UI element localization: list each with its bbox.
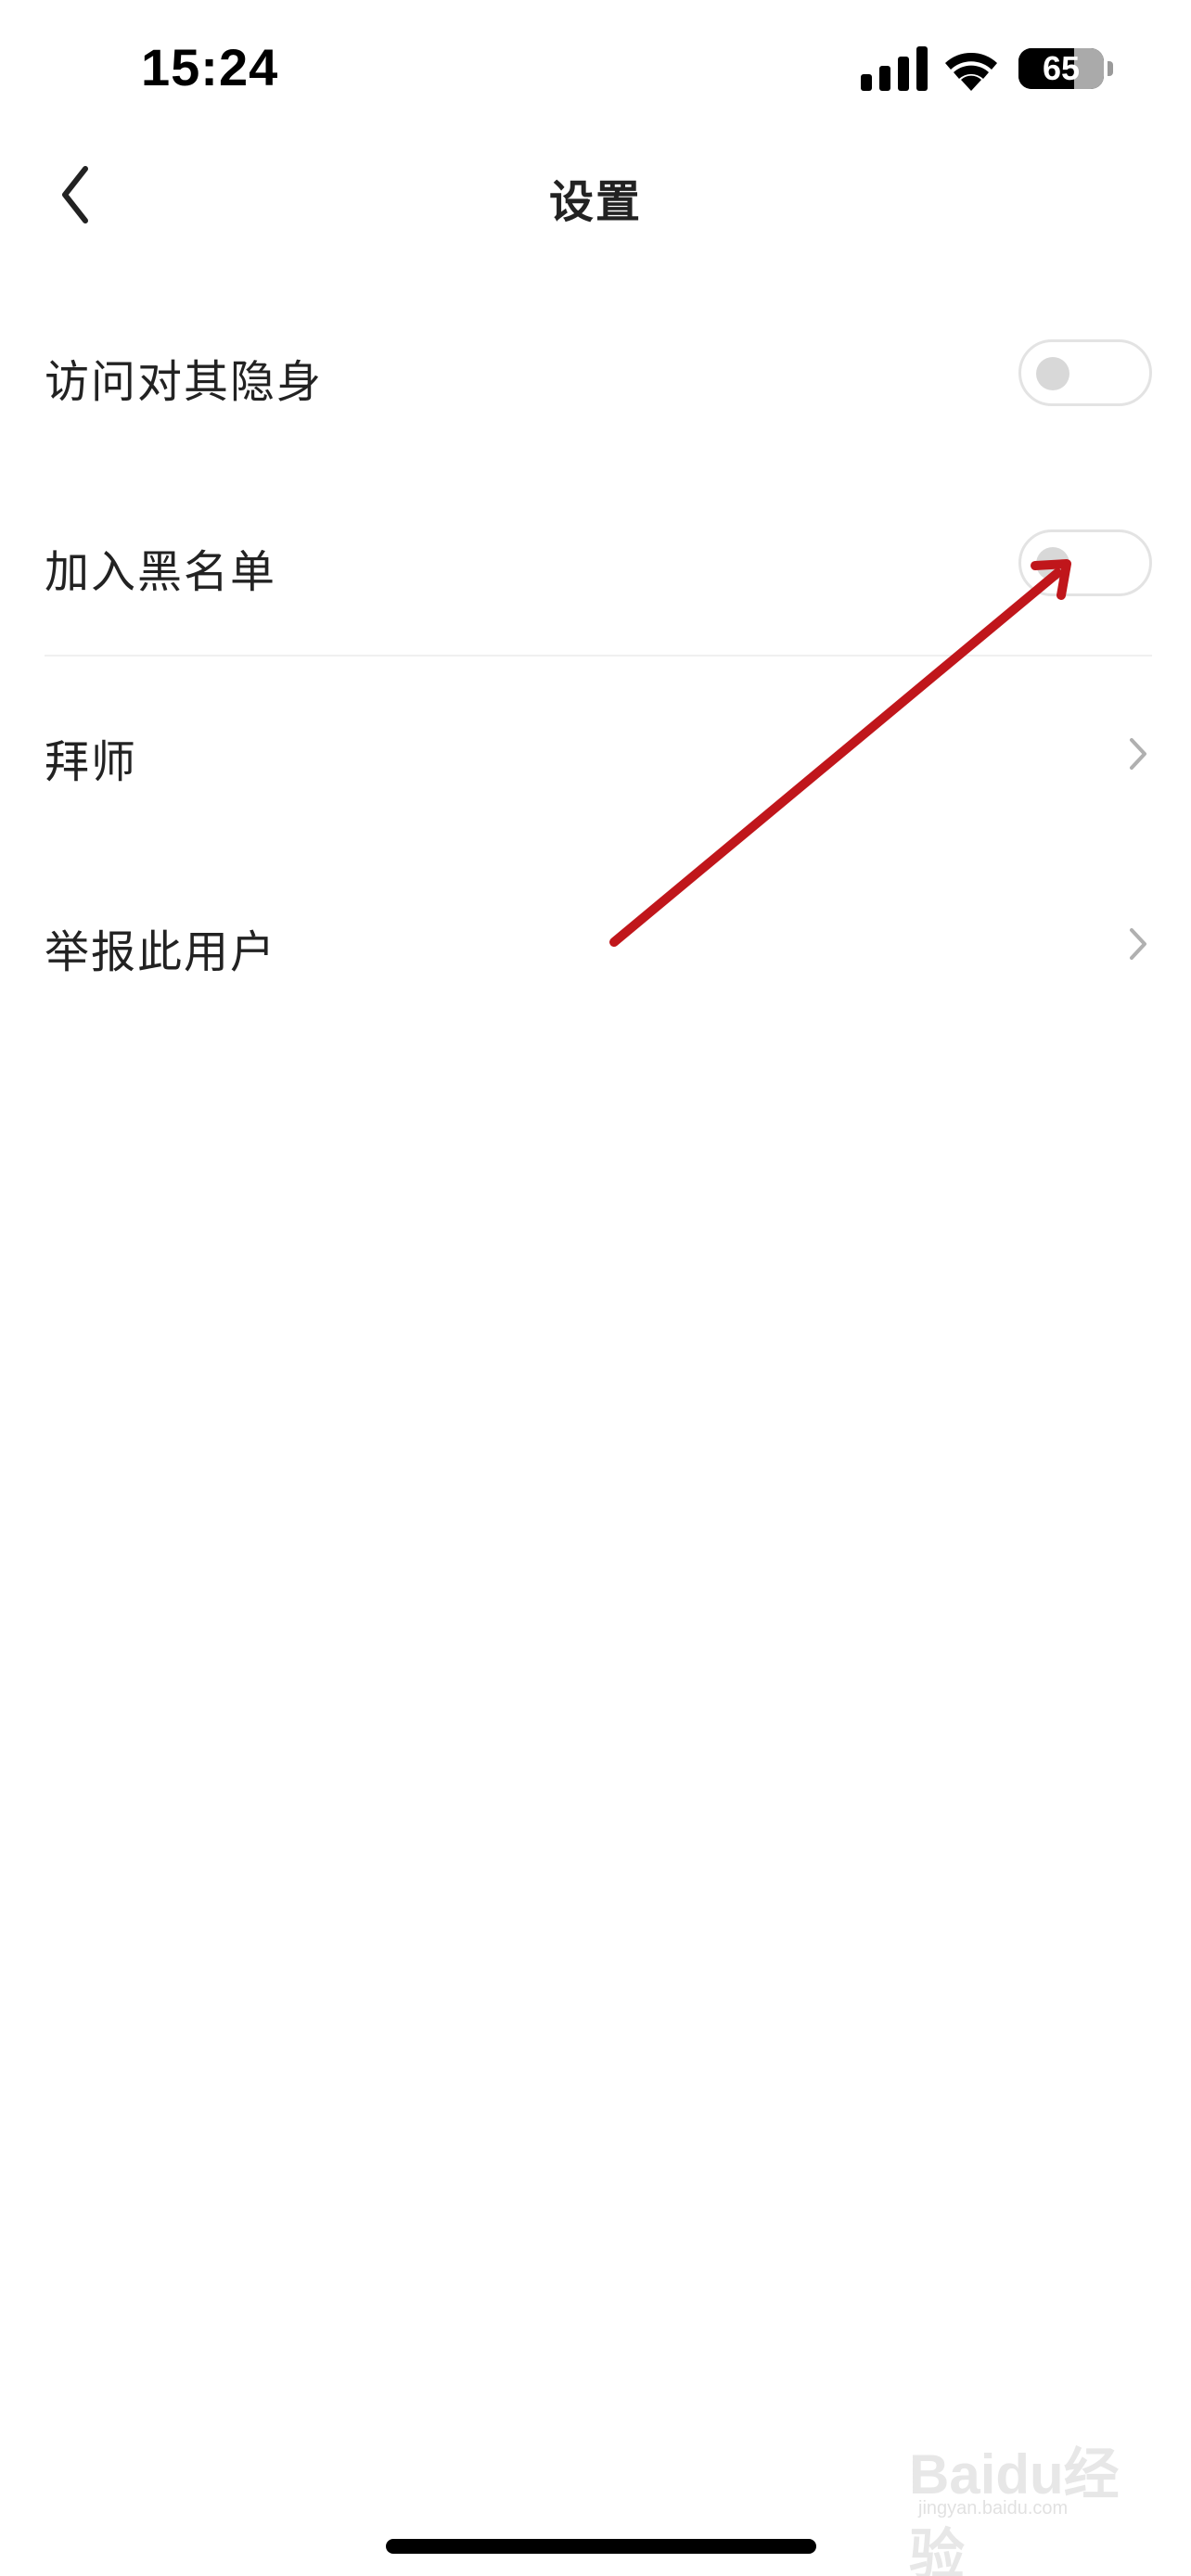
settings-screen: 15:24 65 设置 访问对其隐身 加入黑名单 拜师 举报此用户 Baidu经… [0, 0, 1191, 2576]
hide-visits-toggle[interactable] [1018, 339, 1152, 406]
status-time: 15:24 [141, 38, 279, 96]
setting-row-report-user[interactable]: 举报此用户 [0, 848, 1191, 1039]
battery-tip [1108, 61, 1113, 76]
toggle-knob [1036, 357, 1069, 390]
chevron-right-icon [1130, 928, 1146, 960]
setting-row-hide-visits[interactable]: 访问对其隐身 [0, 278, 1191, 468]
baidu-watermark: Baidu经验 jingyan.baidu.com [909, 2429, 1150, 2576]
battery-level: 65 [1042, 49, 1081, 87]
home-indicator[interactable] [386, 2539, 816, 2554]
back-button[interactable] [37, 158, 121, 232]
toggle-knob [1036, 547, 1069, 580]
setting-label: 举报此用户 [45, 926, 277, 978]
nav-header: 设置 [0, 139, 1191, 250]
battery-icon: 65 [1018, 48, 1104, 89]
chevron-left-icon [62, 166, 88, 223]
setting-label: 拜师 [45, 736, 138, 788]
chevron-right-icon [1130, 738, 1146, 770]
setting-label: 访问对其隐身 [45, 356, 324, 408]
page-title: 设置 [548, 176, 642, 228]
setting-label: 加入黑名单 [45, 546, 277, 598]
setting-row-apprentice[interactable]: 拜师 [0, 658, 1191, 848]
watermark-url: jingyan.baidu.com [918, 2498, 1069, 2519]
wifi-icon [945, 52, 997, 91]
settings-list: 访问对其隐身 加入黑名单 拜师 举报此用户 [0, 278, 1191, 1039]
signal-icon [861, 46, 928, 91]
blacklist-toggle[interactable] [1018, 529, 1152, 596]
section-divider [45, 655, 1152, 657]
setting-row-blacklist[interactable]: 加入黑名单 [0, 468, 1191, 658]
status-bar: 15:24 65 [0, 0, 1191, 139]
